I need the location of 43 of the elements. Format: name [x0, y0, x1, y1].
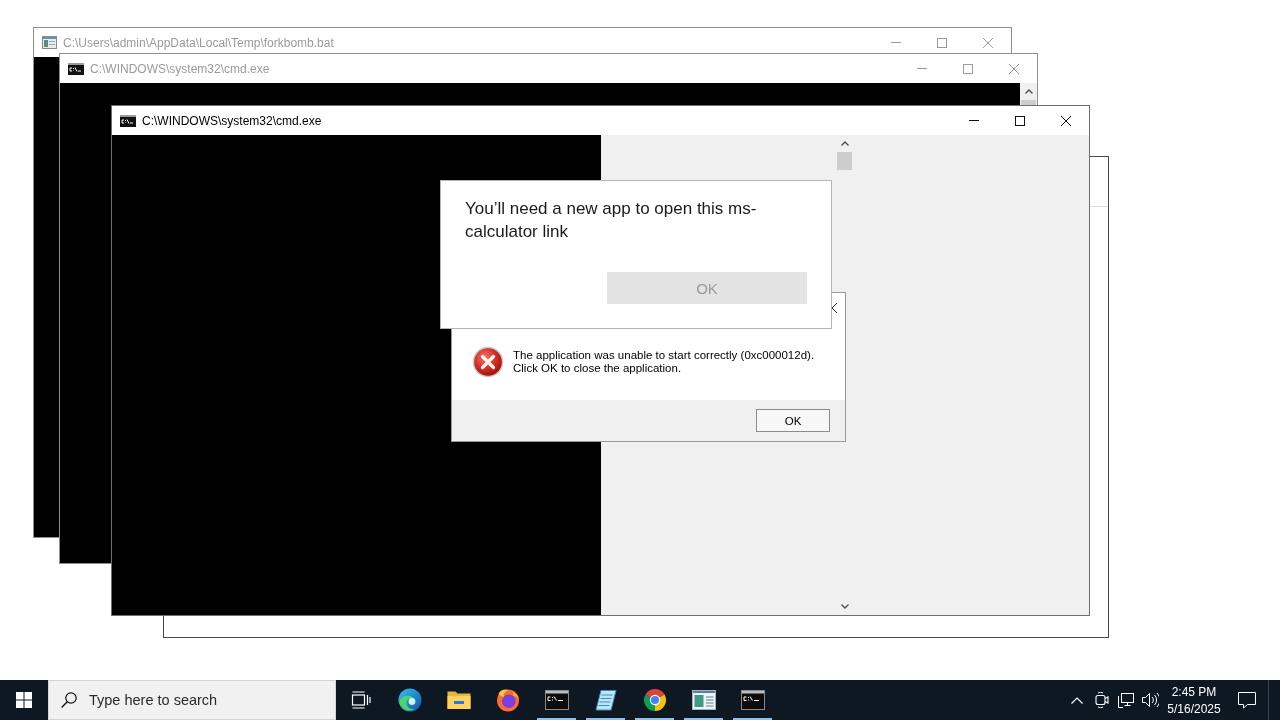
network-icon	[1118, 692, 1134, 708]
maximize-icon	[937, 37, 947, 48]
error-icon	[472, 345, 504, 378]
error-message: The application was unable to start correctly (0xc000012d). Click OK to close the application.	[513, 348, 815, 375]
window-title: C:\WINDOWS\system32\cmd.exe	[90, 61, 270, 76]
console-icon	[68, 62, 84, 75]
chevron-up-icon[interactable]	[840, 141, 849, 146]
search-field[interactable]: Type here to search	[48, 680, 336, 720]
tricolor-browser-icon	[642, 688, 667, 712]
start-icon	[16, 692, 32, 708]
chevron-up-icon[interactable]	[1024, 89, 1033, 94]
window-panel-icon	[691, 690, 716, 710]
scrollbar-thumb[interactable]	[837, 152, 853, 170]
minimize-icon	[917, 68, 927, 69]
window-title: C:\WINDOWS\system32\cmd.exe	[142, 113, 322, 128]
console-icon	[544, 690, 569, 710]
window-file-icon	[42, 36, 57, 49]
search-icon	[61, 692, 77, 708]
notification-icon	[1238, 691, 1256, 709]
maximize-icon	[1015, 115, 1025, 126]
chevron-down-icon[interactable]	[840, 604, 849, 609]
chevron-up-icon	[1071, 696, 1083, 704]
minimize-icon	[891, 42, 901, 43]
close-icon	[1009, 63, 1019, 74]
task-view-icon	[350, 691, 371, 709]
dialog-heading: You’ll need a new app to open this ms-calculator link	[465, 198, 758, 243]
close-icon	[1061, 115, 1071, 126]
clock-date: 5/16/2025	[1167, 701, 1221, 716]
volume-icon	[1141, 692, 1159, 708]
clock-time: 2:45 PM	[1171, 684, 1217, 699]
console-icon	[740, 690, 765, 710]
swirl-browser-icon	[397, 688, 422, 712]
close-icon	[983, 37, 993, 48]
window-title: C:\Users\admin\AppData\Local\Temp\forkbomb.bat	[63, 35, 334, 50]
ok-button[interactable]: OK	[756, 409, 830, 432]
folder-icon	[446, 690, 471, 710]
camera-icon	[1094, 692, 1109, 708]
clock[interactable]: 2:45 PM 5/16/2025	[1162, 680, 1226, 720]
maximize-icon	[963, 63, 973, 74]
fox-browser-icon	[495, 688, 520, 712]
minimize-icon	[969, 120, 979, 121]
console-icon	[120, 114, 136, 127]
notepad-icon	[593, 688, 618, 712]
